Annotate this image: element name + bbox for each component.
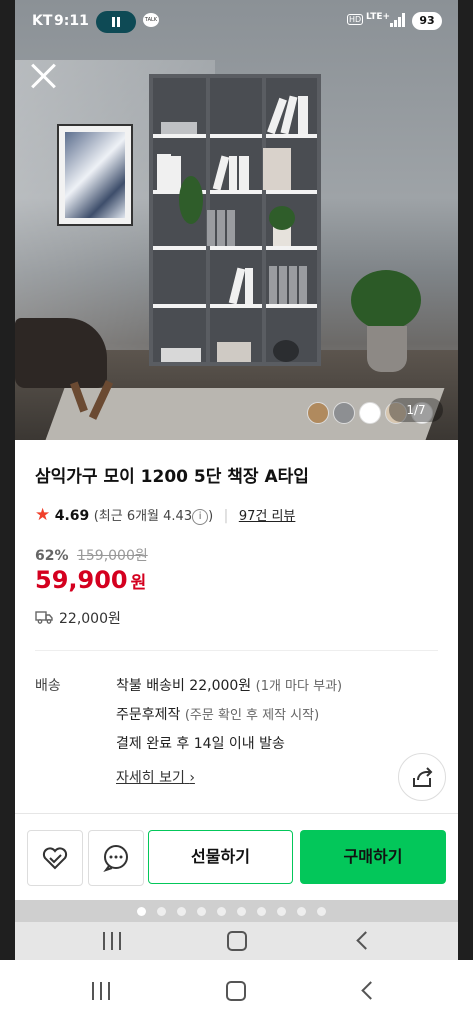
color-swatch[interactable]: [333, 402, 355, 424]
delivery-line-2: 주문후제작 (주문 확인 후 제작 시작): [116, 707, 320, 723]
network-type: LTE+: [366, 12, 391, 22]
page-dot[interactable]: [217, 907, 226, 916]
lounge-chair: [15, 318, 107, 388]
recent-rating: (최근 6개월 4.43: [93, 509, 193, 524]
bottom-action-bar: 선물하기 구매하기: [15, 813, 458, 902]
divider: [35, 650, 438, 651]
page-dot[interactable]: [257, 907, 266, 916]
gift-button[interactable]: 선물하기: [148, 830, 293, 884]
talk-icon: TALK: [143, 13, 159, 27]
home-icon[interactable]: [227, 931, 247, 951]
delivery-info: 착불 배송비 22,000원 (1개 마다 부과) 주문후제작 (주문 확인 후…: [116, 672, 342, 759]
recent-rating-close: ): [208, 509, 214, 524]
page-dot[interactable]: [197, 907, 206, 916]
delivery-line-3: 결제 완료 후 14일 이내 발송: [116, 736, 285, 752]
discount-rate: 62%: [35, 548, 69, 564]
recent-apps-icon[interactable]: [103, 932, 123, 950]
floor-plant: [351, 270, 421, 330]
shipping-fee: 22,000원: [35, 608, 121, 628]
share-button[interactable]: [398, 753, 446, 801]
chat-button[interactable]: [88, 830, 144, 886]
battery-level: 93: [412, 12, 442, 30]
original-price: 159,000원: [76, 548, 148, 564]
signal-icon: [390, 13, 408, 27]
shipping-fee-value: 22,000원: [59, 611, 121, 627]
clock: 9:11: [54, 13, 89, 29]
color-swatch[interactable]: [359, 402, 381, 424]
bookshelf-image: [149, 74, 321, 366]
chat-icon: [103, 845, 128, 872]
system-recent-apps-icon[interactable]: [92, 982, 112, 1000]
status-bar: KT 9:11 TALK HD LTE+ 93: [0, 0, 473, 42]
detail-link[interactable]: 자세히 보기 ›: [116, 767, 195, 787]
star-icon: ★: [35, 505, 51, 525]
page-indicator: [15, 900, 458, 922]
wall-picture: [57, 124, 133, 226]
system-back-icon[interactable]: [361, 981, 380, 1000]
product-title: 삼익가구 모이 1200 5단 책장 A타입: [35, 467, 309, 487]
sale-price: 59,900 원: [35, 566, 146, 594]
info-icon[interactable]: i: [192, 509, 209, 525]
app-frame: 1/7 삼익가구 모이 1200 5단 책장 A타입 ★ 4.69 (최근 6개…: [0, 0, 473, 960]
page-dot[interactable]: [237, 907, 246, 916]
page-dot[interactable]: [137, 907, 146, 916]
delivery-line-1: 착불 배송비 22,000원 (1개 마다 부과): [116, 678, 343, 694]
plant-pot: [367, 326, 407, 372]
page-dot[interactable]: [317, 907, 326, 916]
review-link[interactable]: 97건 리뷰: [239, 509, 296, 524]
share-icon: [413, 767, 433, 787]
back-icon[interactable]: [356, 931, 375, 950]
close-icon[interactable]: [29, 62, 57, 90]
info-icon-glyph: i: [198, 511, 202, 522]
truck-icon: [35, 610, 53, 628]
discount-row: 62% 159,000원: [35, 545, 148, 565]
delivery-label: 배송: [35, 678, 61, 694]
buy-button[interactable]: 구매하기: [300, 830, 446, 884]
carrier: KT: [32, 13, 53, 29]
product-sheet: 1/7 삼익가구 모이 1200 5단 책장 A타입 ★ 4.69 (최근 6개…: [15, 0, 458, 960]
page-dot[interactable]: [177, 907, 186, 916]
chevron-right-icon: ›: [189, 770, 195, 786]
pause-icon: [96, 11, 136, 33]
inner-nav-bar: [15, 922, 458, 960]
page-dot[interactable]: [297, 907, 306, 916]
rating-score: 4.69: [54, 508, 90, 524]
page-dot[interactable]: [157, 907, 166, 916]
system-nav-bar: [0, 960, 473, 1024]
product-image-gallery[interactable]: 1/7: [15, 0, 458, 440]
rating-row: ★ 4.69 (최근 6개월 4.43 i) | 97건 리뷰: [35, 505, 296, 525]
wishlist-button[interactable]: [27, 830, 83, 886]
color-swatch[interactable]: [307, 402, 329, 424]
price-value: 59,900: [35, 566, 128, 594]
heart-check-icon: [42, 847, 68, 870]
page-dot[interactable]: [277, 907, 286, 916]
image-counter: 1/7: [389, 398, 443, 422]
price-unit: 원: [130, 573, 147, 593]
hd-icon: HD: [347, 14, 364, 25]
system-home-icon[interactable]: [226, 981, 246, 1001]
